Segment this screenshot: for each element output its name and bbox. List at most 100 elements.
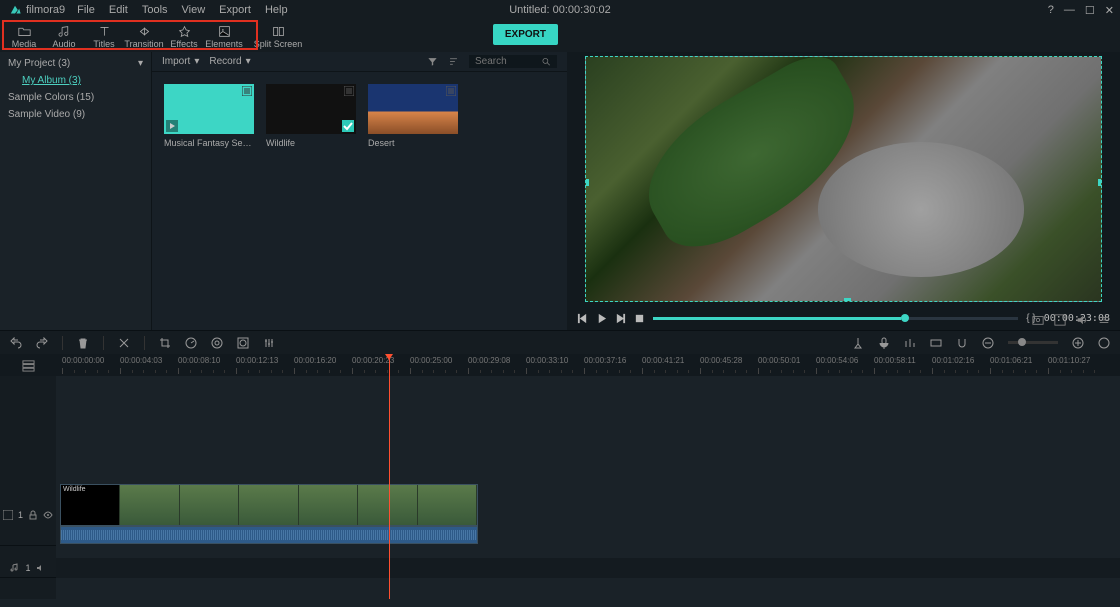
menu-tools[interactable]: Tools — [142, 4, 168, 16]
help-icon[interactable]: ? — [1048, 4, 1054, 17]
record-dropdown[interactable]: Record▾ — [209, 56, 250, 67]
search-input[interactable] — [475, 56, 535, 67]
document-title: Untitled: 00:00:30:02 — [509, 4, 611, 16]
maximize-icon[interactable]: ☐ — [1085, 4, 1095, 17]
zoom-in-icon[interactable] — [1072, 337, 1084, 349]
music-icon — [58, 25, 71, 38]
tab-effects[interactable]: Effects — [164, 22, 204, 52]
app-name: filmora9 — [26, 4, 65, 16]
tab-toolbar: Media Audio Titles Transition Effects El… — [0, 20, 1120, 52]
seek-bar[interactable] — [653, 317, 1018, 320]
search-box[interactable] — [469, 55, 557, 68]
track-manager-icon[interactable] — [22, 359, 35, 372]
settings-icon[interactable] — [1098, 314, 1110, 326]
timeline-clip-audio[interactable] — [60, 526, 478, 544]
media-clip[interactable]: Desert — [368, 84, 458, 148]
timeline-ruler[interactable]: 00:00:00:0000:00:04:0300:00:08:1000:00:1… — [56, 354, 1120, 376]
filter-icon[interactable] — [427, 56, 438, 67]
redo-icon[interactable] — [36, 337, 48, 349]
close-icon[interactable]: ✕ — [1105, 4, 1114, 17]
media-clip[interactable]: Wildlife — [266, 84, 356, 148]
lock-icon[interactable] — [28, 510, 38, 520]
export-button[interactable]: EXPORT — [493, 24, 558, 45]
audio-track-head[interactable]: 1 — [0, 558, 56, 578]
snapshot-icon[interactable] — [1032, 314, 1044, 326]
menu-export[interactable]: Export — [219, 4, 251, 16]
fullscreen-icon[interactable] — [1054, 314, 1066, 326]
video-track-head[interactable]: 1 — [0, 484, 56, 546]
clip-menu-icon[interactable] — [242, 86, 252, 96]
splitscreen-icon — [272, 25, 285, 38]
resize-handle[interactable] — [1098, 179, 1102, 186]
ruler-tick: 00:01:02:16 — [932, 356, 974, 365]
zoom-slider[interactable] — [1008, 341, 1058, 344]
snap-icon[interactable] — [956, 337, 968, 349]
prev-frame-icon[interactable] — [577, 313, 588, 324]
minimize-icon[interactable]: — — [1064, 4, 1075, 17]
menu-view[interactable]: View — [182, 4, 206, 16]
undo-icon[interactable] — [10, 337, 22, 349]
stop-icon[interactable] — [634, 313, 645, 324]
tab-splitscreen[interactable]: Split Screen — [252, 22, 304, 52]
resize-handle[interactable] — [585, 179, 589, 186]
ruler-tick: 00:00:25:00 — [410, 356, 452, 365]
tab-audio[interactable]: Audio — [44, 22, 84, 52]
tab-media[interactable]: Media — [4, 22, 44, 52]
ruler-tick: 00:00:54:06 — [816, 356, 858, 365]
folder-icon — [18, 25, 31, 38]
video-track-icon — [3, 510, 13, 520]
crop-icon[interactable] — [159, 337, 171, 349]
greenscreen-icon[interactable] — [237, 337, 249, 349]
chevron-down-icon: ▾ — [246, 56, 251, 67]
zoom-fit-icon[interactable] — [1098, 337, 1110, 349]
media-clip[interactable]: Musical Fantasy Set Film... — [164, 84, 254, 148]
ruler-tick: 00:00:58:11 — [874, 356, 916, 365]
sidebar-item-samplecolors[interactable]: Sample Colors (15) — [0, 89, 151, 106]
clip-menu-icon[interactable] — [446, 86, 456, 96]
play-icon[interactable] — [596, 313, 607, 324]
ruler-tick: 00:00:12:13 — [236, 356, 278, 365]
transition-icon — [138, 25, 151, 38]
menu-edit[interactable]: Edit — [109, 4, 128, 16]
marker-icon[interactable] — [852, 337, 864, 349]
main-menu: File Edit Tools View Export Help — [77, 4, 287, 16]
timeline-clip[interactable] — [60, 484, 478, 526]
eye-icon[interactable] — [43, 510, 53, 520]
volume-icon[interactable] — [1076, 314, 1088, 326]
preview-image[interactable] — [585, 56, 1102, 302]
adjust-icon[interactable] — [263, 337, 275, 349]
menu-help[interactable]: Help — [265, 4, 288, 16]
timeline: 1 1 — [0, 376, 1120, 599]
render-icon[interactable] — [930, 337, 942, 349]
sort-icon[interactable] — [448, 56, 459, 67]
ruler-tick: 00:00:04:03 — [120, 356, 162, 365]
mixer-icon[interactable] — [904, 337, 916, 349]
delete-icon[interactable] — [77, 337, 89, 349]
playhead[interactable] — [389, 354, 390, 599]
tab-transition[interactable]: Transition — [124, 22, 164, 52]
tab-elements[interactable]: Elements — [204, 22, 244, 52]
speed-icon[interactable] — [185, 337, 197, 349]
text-icon — [98, 25, 111, 38]
elements-icon — [218, 25, 231, 38]
zoom-out-icon[interactable] — [982, 337, 994, 349]
tab-titles[interactable]: Titles — [84, 22, 124, 52]
sidebar-item-samplevideo[interactable]: Sample Video (9) — [0, 106, 151, 123]
clip-menu-icon[interactable] — [344, 86, 354, 96]
mute-icon[interactable] — [36, 563, 46, 573]
effects-icon — [178, 25, 191, 38]
ruler-tick: 00:00:45:28 — [700, 356, 742, 365]
search-icon — [541, 56, 551, 67]
clip-type-icon — [166, 120, 178, 132]
audio-track[interactable] — [56, 558, 1120, 578]
sidebar-item-myalbum[interactable]: My Album (3) — [0, 72, 151, 89]
import-dropdown[interactable]: Import▾ — [162, 56, 199, 67]
next-frame-icon[interactable] — [615, 313, 626, 324]
split-icon[interactable] — [118, 337, 130, 349]
timeline-tracks[interactable] — [56, 376, 1120, 599]
color-icon[interactable] — [211, 337, 223, 349]
sidebar-item-myproject[interactable]: My Project (3)▾ — [0, 55, 151, 72]
mic-icon[interactable] — [878, 337, 890, 349]
resize-handle[interactable] — [844, 298, 851, 302]
menu-file[interactable]: File — [77, 4, 95, 16]
